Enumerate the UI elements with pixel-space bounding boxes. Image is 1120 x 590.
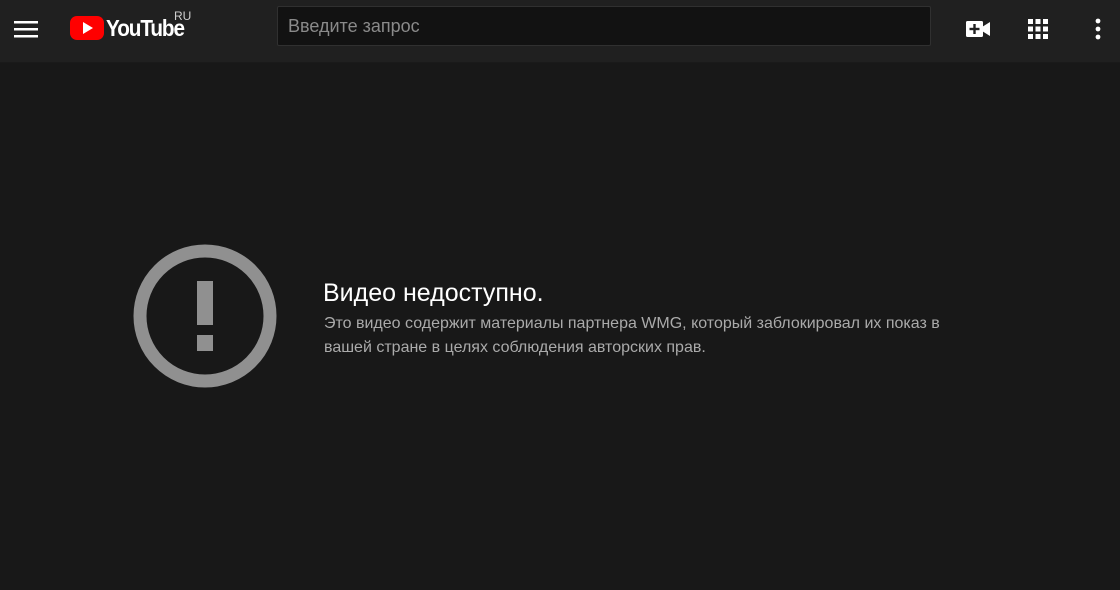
more-vertical-icon — [1095, 18, 1101, 40]
region-code: RU — [174, 9, 192, 23]
apps-grid-icon — [1028, 19, 1048, 39]
menu-button[interactable] — [6, 9, 46, 49]
player-error-area: Видео недоступно. Это видео содержит мат… — [0, 63, 1120, 590]
error-description: Это видео содержит материалы партнера WM… — [324, 315, 940, 356]
create-video-button[interactable] — [958, 9, 998, 49]
error-title: Видео недоступно. — [323, 279, 544, 307]
video-camera-plus-icon — [966, 21, 990, 37]
exclamation-circle-icon — [133, 244, 277, 388]
logo-wordmark: YouTube — [106, 14, 185, 41]
apps-button[interactable] — [1018, 9, 1058, 49]
hamburger-menu-icon — [14, 21, 38, 38]
more-options-button[interactable] — [1078, 9, 1118, 49]
masthead: YouTube RU — [0, 0, 1120, 63]
youtube-play-icon — [70, 16, 104, 40]
search-input[interactable] — [277, 6, 931, 46]
